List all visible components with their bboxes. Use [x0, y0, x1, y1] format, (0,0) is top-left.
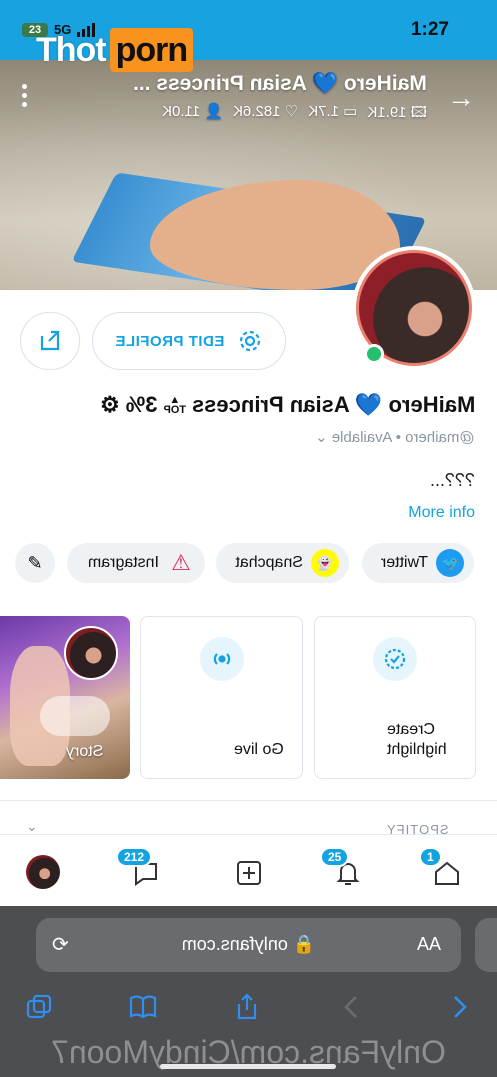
cover-title: MaiHero 💙 Asian Princess ... — [133, 72, 427, 95]
share-button[interactable] — [20, 312, 80, 370]
next-tab-edge[interactable] — [475, 918, 497, 972]
photos-stat: 🖾 19.1K — [367, 104, 427, 121]
back-arrow-icon[interactable] — [336, 992, 366, 1022]
warning-icon: ⚠ — [171, 550, 191, 575]
share-icon — [40, 330, 60, 351]
edit-links-button[interactable]: ✎ — [15, 543, 55, 583]
more-options-icon[interactable] — [22, 84, 28, 111]
create-highlight-label: Create highlight — [387, 721, 447, 758]
bottom-tab-bar: 1 25 212 — [0, 834, 497, 907]
home-badge: 1 — [419, 847, 442, 867]
share-icon[interactable] — [232, 992, 262, 1022]
messages-badge: 212 — [116, 847, 153, 867]
notifications-badge: 25 — [320, 847, 350, 867]
profile-avatar[interactable] — [352, 246, 476, 370]
social-twitter-label: Twitter — [380, 554, 428, 571]
watermark-logo: Thot porn — [36, 28, 194, 72]
social-twitter-chip[interactable]: 🐦 Twitter — [362, 543, 474, 583]
availability-status: Available — [332, 429, 393, 446]
story-avatar — [64, 626, 118, 680]
top-badge: ▲ TOP — [163, 394, 186, 416]
likes-stat: ♡ 182.6K — [232, 103, 299, 120]
address-bar[interactable]: AA 🔒 onlyfans.com ⟳ — [36, 918, 461, 972]
section-divider — [0, 800, 497, 801]
social-instagram-chip[interactable]: ⚠ Instagram — [67, 543, 205, 583]
story-card[interactable]: Story — [0, 616, 130, 779]
go-live-label: Go live — [234, 741, 284, 758]
tab-messages[interactable]: 212 — [116, 847, 166, 893]
edit-profile-label: EDIT PROFILE — [115, 332, 225, 350]
cover-stats: 🖾 19.1K ▭ 1.7K ♡ 182.6K 👤 11.0K — [162, 102, 427, 127]
watermark-box: porn — [109, 28, 194, 72]
more-info-link[interactable]: More info — [408, 504, 475, 522]
online-indicator — [364, 344, 384, 364]
social-snapchat-chip[interactable]: 👻 Snapchat — [216, 543, 349, 583]
fans-stat: 👤 11.0K — [161, 103, 223, 120]
profile-handle: @maihero — [405, 429, 475, 446]
forward-arrow-icon[interactable] — [445, 992, 475, 1022]
separator-dot: • — [392, 429, 402, 446]
tab-home[interactable]: 1 — [419, 847, 467, 893]
chevron-down-icon: ⌄ — [315, 429, 329, 446]
create-highlight-card[interactable]: Create highlight — [314, 616, 476, 779]
story-label: Story — [66, 743, 104, 760]
tab-profile-avatar[interactable] — [26, 855, 60, 889]
go-live-card[interactable]: Go live — [140, 616, 303, 779]
social-snapchat-label: Snapchat — [235, 554, 303, 571]
tabs-icon[interactable] — [24, 992, 54, 1022]
browser-chrome: AA 🔒 onlyfans.com ⟳ OnlyFans.com/CindyMo… — [0, 906, 497, 1077]
plus-square-icon — [237, 861, 261, 885]
chevron-down-icon[interactable]: ⌄ — [26, 818, 38, 835]
handle-row[interactable]: @maihero • Available ⌄ — [315, 428, 475, 446]
profile-name-row: MaiHero 💙 Asian Princess ▲ TOP 3% ⚙ — [100, 392, 475, 418]
twitter-icon: 🐦 — [436, 549, 464, 577]
bookmarks-icon[interactable] — [128, 992, 158, 1022]
reload-icon[interactable]: ⟳ — [52, 932, 69, 957]
home-indicator — [160, 1064, 336, 1069]
pencil-icon: ✎ — [27, 552, 43, 573]
verified-icon: ⚙ — [99, 392, 120, 417]
top-percent: 3% — [125, 392, 158, 417]
edit-profile-button[interactable]: EDIT PROFILE — [92, 312, 286, 370]
gear-icon — [239, 330, 260, 352]
tab-notifications[interactable]: 25 — [320, 847, 368, 893]
status-time: 1:27 — [410, 19, 449, 40]
profile-bio: ???... — [429, 470, 475, 490]
back-arrow-icon[interactable]: → — [447, 82, 475, 114]
social-instagram-label: Instagram — [87, 554, 159, 571]
tab-add[interactable] — [229, 853, 269, 893]
profile-name: MaiHero 💙 Asian Princess — [191, 392, 475, 417]
broadcast-icon — [199, 637, 244, 681]
url-text: 🔒 onlyfans.com — [181, 934, 316, 954]
snapchat-icon: 👻 — [311, 549, 339, 577]
watermark-word: Thot — [36, 30, 107, 69]
story-censor — [40, 696, 110, 736]
videos-stat: ▭ 1.7K — [308, 103, 358, 120]
highlight-icon — [373, 637, 417, 681]
